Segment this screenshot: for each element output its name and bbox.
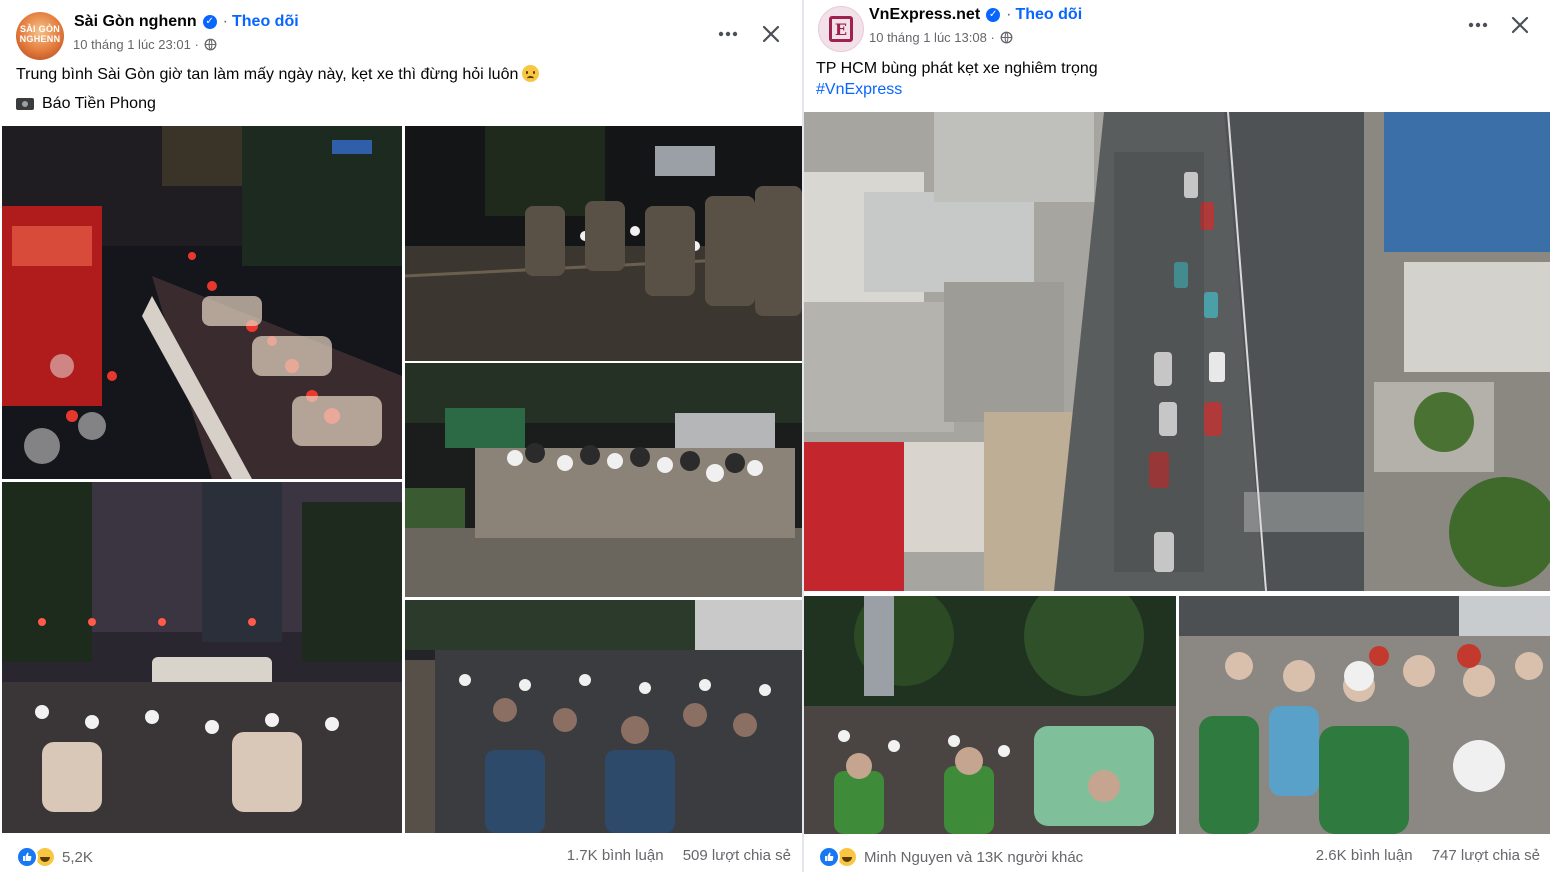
timestamp-row: 10 tháng 1 lúc 13:08 · [869,30,1013,45]
like-icon [16,846,38,868]
reaction-count: 5,2K [62,848,93,866]
page-name[interactable]: Sài Gòn nghenn [74,13,197,31]
hashtag-link[interactable]: #VnExpress [816,79,902,100]
post-stats: 2.6K bình luận 747 lượt chia sẻ [1316,847,1540,864]
globe-icon [1000,31,1013,44]
timestamp[interactable]: 10 tháng 1 lúc 23:01 [73,37,191,52]
author-row: VnExpress.net ✓ · Theo dõi [869,6,1082,24]
like-icon [818,846,840,868]
separator-dot: · [190,37,199,52]
avatar[interactable]: SÀI GÒN NGHENN [16,12,64,60]
separator-dot: · [986,30,995,45]
comments-count[interactable]: 1.7K bình luận [567,847,664,864]
page-name[interactable]: VnExpress.net [869,6,980,24]
reactions-summary[interactable]: Minh Nguyen và 13K người khác [818,846,1083,868]
post-stats: 1.7K bình luận 509 lượt chia sẻ [567,847,791,864]
post-caption: Trung bình Sài Gòn giờ tan làm mấy ngày … [16,64,540,85]
credit-text: Báo Tiền Phong [42,95,156,112]
avatar[interactable]: E [818,6,864,52]
close-icon[interactable] [757,20,785,48]
vnexpress-logo: E [829,16,853,42]
globe-icon [204,38,217,51]
timestamp-row: 10 tháng 1 lúc 23:01 · [73,37,217,52]
post-footer: 5,2K 1.7K bình luận 509 lượt chia sẻ [0,838,802,872]
photo-green-jackets[interactable] [1179,596,1550,834]
post-header: E VnExpress.net ✓ · Theo dõi 10 tháng 1 … [804,0,1550,60]
timestamp[interactable]: 10 tháng 1 lúc 13:08 [869,30,987,45]
post-footer: Minh Nguyen và 13K người khác 2.6K bình … [804,838,1550,872]
photo-4[interactable] [2,482,402,833]
post-header: SÀI GÒN NGHENN Sài Gòn nghenn ✓ · Theo d… [0,0,802,60]
close-icon[interactable] [1506,11,1534,39]
comments-count[interactable]: 2.6K bình luận [1316,847,1413,864]
photo-2[interactable] [405,126,802,361]
verified-icon: ✓ [986,8,1001,22]
post-sai-gon-nghenn: SÀI GÒN NGHENN Sài Gòn nghenn ✓ · Theo d… [0,0,802,872]
more-icon[interactable] [714,20,742,48]
photo-1[interactable] [2,126,402,479]
verified-icon: ✓ [202,15,217,29]
more-icon[interactable] [1464,11,1492,39]
photo-taxi[interactable] [804,596,1176,834]
follow-button[interactable]: Theo dõi [232,13,299,31]
photo-3[interactable] [405,363,802,597]
reactions-summary[interactable]: 5,2K [16,846,93,868]
post-caption: TP HCM bùng phát kẹt xe nghiêm trọng [816,60,1098,77]
author-row: Sài Gòn nghenn ✓ · Theo dõi [74,13,299,31]
post-vnexpress: E VnExpress.net ✓ · Theo dõi 10 tháng 1 … [804,0,1550,872]
photo-aerial[interactable] [804,112,1550,591]
avatar-text: SÀI GÒN NGHENN [19,24,61,44]
shares-count[interactable]: 747 lượt chia sẻ [1432,847,1540,864]
photo-5[interactable] [405,600,802,833]
caption-text: Trung bình Sài Gòn giờ tan làm mấy ngày … [16,66,519,83]
follow-button[interactable]: Theo dõi [1015,6,1082,24]
camera-icon [16,97,34,110]
reaction-names: Minh Nguyen và 13K người khác [864,848,1084,866]
shares-count[interactable]: 509 lượt chia sẻ [683,847,791,864]
separator-dot: · [222,13,228,30]
sad-emoji-icon [522,65,540,82]
separator-dot: · [1006,6,1012,23]
photo-credit: Báo Tiền Phong [16,93,156,114]
